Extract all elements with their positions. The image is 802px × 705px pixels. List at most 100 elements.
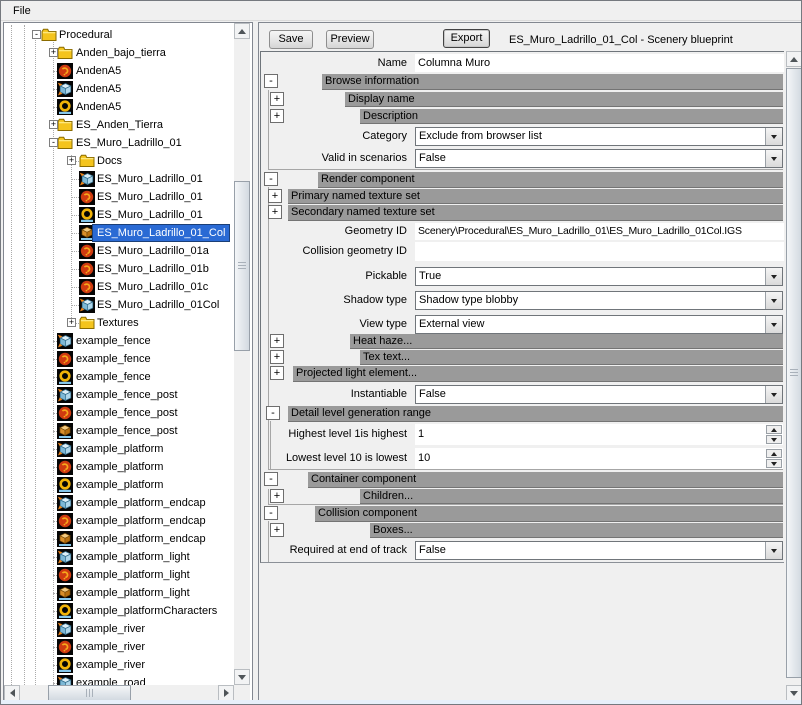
- dropdown-arrow-button[interactable]: [765, 268, 782, 285]
- heat-haze-section-header[interactable]: Heat haze...: [350, 334, 783, 349]
- tree-item[interactable]: ES_Muro_Ladrillo_01: [4, 170, 234, 188]
- expander-button[interactable]: -: [264, 172, 278, 186]
- tree-item[interactable]: AndenA5: [4, 62, 234, 80]
- export-button[interactable]: Export: [443, 29, 490, 48]
- spin-up-button[interactable]: [766, 425, 782, 434]
- scroll-down-button[interactable]: [234, 669, 250, 685]
- tree-item[interactable]: ES_Muro_Ladrillo_01b: [4, 260, 234, 278]
- collision-geometry-id-field[interactable]: [415, 242, 784, 261]
- dropdown-arrow-button[interactable]: [765, 316, 782, 333]
- tree-item[interactable]: example_platform_light: [4, 566, 234, 584]
- expander-button[interactable]: +: [270, 350, 284, 364]
- expander-button[interactable]: +: [270, 109, 284, 123]
- tree-item[interactable]: ES_Muro_Ladrillo_01Col: [4, 296, 234, 314]
- highest-level-1is-highest-field[interactable]: 1: [415, 424, 783, 445]
- spin-down-button[interactable]: [766, 435, 782, 444]
- tree-item[interactable]: +ES_Anden_Tierra: [4, 116, 234, 134]
- tree-item[interactable]: example_platform_endcap: [4, 494, 234, 512]
- tree-item[interactable]: example_platformCharacters: [4, 602, 234, 620]
- expand-box[interactable]: +: [49, 48, 58, 57]
- scroll-right-button[interactable]: [218, 685, 234, 701]
- browse-information-section-header[interactable]: Browse information: [322, 74, 783, 90]
- tree-item[interactable]: example_platform: [4, 458, 234, 476]
- tree-item[interactable]: example_fence_post: [4, 422, 234, 440]
- view-type-dropdown[interactable]: External view: [415, 315, 783, 334]
- tree-item[interactable]: example_river: [4, 656, 234, 674]
- expander-button[interactable]: -: [264, 74, 278, 88]
- primary-named-texture-set-section-header[interactable]: Primary named texture set: [288, 189, 783, 204]
- tree-item[interactable]: AndenA5: [4, 98, 234, 116]
- tree-item[interactable]: example_fence: [4, 332, 234, 350]
- tree-item[interactable]: example_river: [4, 638, 234, 656]
- tree-item[interactable]: example_road: [4, 674, 234, 685]
- expand-box[interactable]: +: [67, 318, 76, 327]
- geometry-id-field[interactable]: Scenery\Procedural\ES_Muro_Ladrillo_01\E…: [415, 223, 784, 240]
- tree-item[interactable]: example_platform_endcap: [4, 530, 234, 548]
- tree-item[interactable]: example_river: [4, 620, 234, 638]
- dropdown-arrow-button[interactable]: [765, 292, 782, 309]
- tree-item[interactable]: ES_Muro_Ladrillo_01a: [4, 242, 234, 260]
- vertical-scroll-thumb[interactable]: [234, 181, 250, 351]
- scroll-left-button[interactable]: [4, 685, 20, 701]
- boxes-section-header[interactable]: Boxes...: [370, 523, 783, 538]
- tree-item[interactable]: example_platform: [4, 440, 234, 458]
- projected-light-element-section-header[interactable]: Projected light element...: [293, 366, 783, 382]
- collapse-box[interactable]: -: [32, 30, 41, 39]
- expander-button[interactable]: +: [268, 189, 282, 203]
- pickable-dropdown[interactable]: True: [415, 267, 783, 286]
- spin-up-button[interactable]: [766, 449, 782, 458]
- scroll-up-button[interactable]: [786, 51, 802, 67]
- expander-button[interactable]: +: [270, 334, 284, 348]
- expander-button[interactable]: +: [270, 366, 284, 380]
- tree-item[interactable]: ES_Muro_Ladrillo_01_Col: [4, 224, 234, 242]
- container-component-section-header[interactable]: Container component: [308, 472, 783, 488]
- tex-text-section-header[interactable]: Tex text...: [360, 350, 783, 365]
- tree-item[interactable]: +Textures: [4, 314, 234, 332]
- collision-component-section-header[interactable]: Collision component: [315, 506, 783, 522]
- expander-button[interactable]: -: [264, 506, 278, 520]
- tree-item[interactable]: +Anden_bajo_tierra: [4, 44, 234, 62]
- tree-item[interactable]: example_platform_endcap: [4, 512, 234, 530]
- expander-button[interactable]: +: [268, 205, 282, 219]
- tree-item[interactable]: ES_Muro_Ladrillo_01c: [4, 278, 234, 296]
- name-field[interactable]: Columna Muro: [415, 54, 784, 72]
- render-component-section-header[interactable]: Render component: [318, 172, 783, 188]
- tree-item[interactable]: AndenA5: [4, 80, 234, 98]
- detail-level-generation-range-section-header[interactable]: Detail level generation range: [288, 406, 783, 422]
- tree-item[interactable]: example_platform: [4, 476, 234, 494]
- expander-button[interactable]: -: [266, 406, 280, 420]
- display-name-section-header[interactable]: Display name: [345, 92, 783, 107]
- dropdown-arrow-button[interactable]: [765, 386, 782, 403]
- expand-box[interactable]: +: [67, 156, 76, 165]
- lowest-level-10-is-lowest-field[interactable]: 10: [415, 448, 783, 469]
- tree-item[interactable]: example_fence: [4, 368, 234, 386]
- expander-button[interactable]: +: [270, 489, 284, 503]
- tree-item[interactable]: example_fence_post: [4, 404, 234, 422]
- tree-item[interactable]: -Procedural: [4, 26, 234, 44]
- children-section-header[interactable]: Children...: [360, 489, 783, 504]
- vertical-scroll-thumb[interactable]: [786, 68, 802, 678]
- shadow-type-dropdown[interactable]: Shadow type blobby: [415, 291, 783, 310]
- scroll-up-button[interactable]: [234, 23, 250, 39]
- expand-box[interactable]: +: [49, 120, 58, 129]
- tree-item[interactable]: +Docs: [4, 152, 234, 170]
- instantiable-dropdown[interactable]: False: [415, 385, 783, 404]
- tree-item[interactable]: example_platform_light: [4, 548, 234, 566]
- collapse-box[interactable]: -: [49, 138, 58, 147]
- category-dropdown[interactable]: Exclude from browser list: [415, 127, 783, 146]
- dropdown-arrow-button[interactable]: [765, 150, 782, 167]
- tree-item[interactable]: example_fence: [4, 350, 234, 368]
- save-button[interactable]: Save: [269, 30, 313, 49]
- expander-button[interactable]: -: [264, 472, 278, 486]
- expander-button[interactable]: +: [270, 92, 284, 106]
- menu-file[interactable]: File: [5, 2, 39, 20]
- secondary-named-texture-set-section-header[interactable]: Secondary named texture set: [288, 205, 783, 221]
- scroll-down-button[interactable]: [786, 685, 802, 701]
- horizontal-scroll-thumb[interactable]: [48, 685, 131, 701]
- valid-in-scenarios-dropdown[interactable]: False: [415, 149, 783, 168]
- tree-item[interactable]: example_fence_post: [4, 386, 234, 404]
- tree-item[interactable]: ES_Muro_Ladrillo_01: [4, 188, 234, 206]
- dropdown-arrow-button[interactable]: [765, 542, 782, 559]
- description-section-header[interactable]: Description: [360, 109, 783, 124]
- tree-item[interactable]: example_platform_light: [4, 584, 234, 602]
